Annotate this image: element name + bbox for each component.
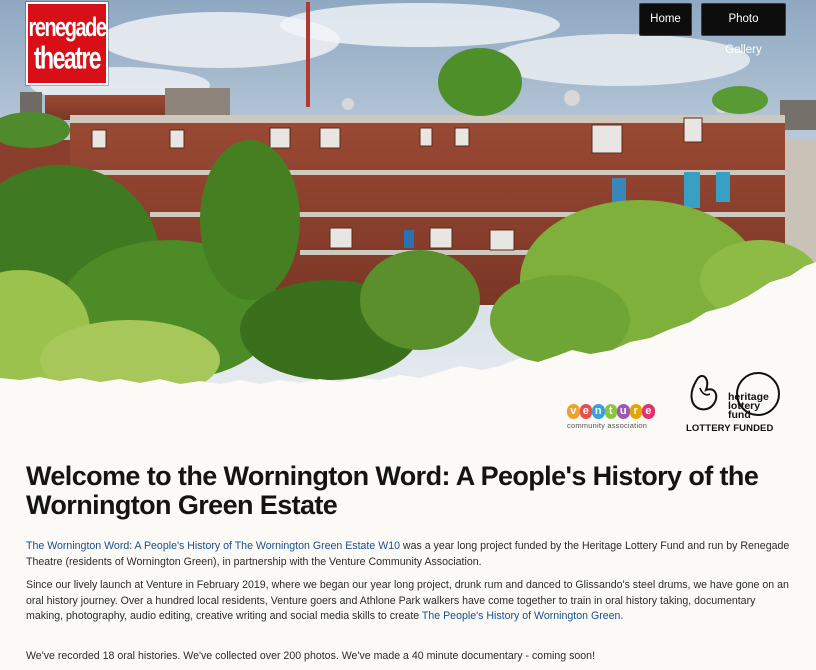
heritage-lottery-fund-logo[interactable]: heritage lottery fund LOTTERY FUNDED xyxy=(686,370,786,434)
venture-logo[interactable]: v e n t u r e community association xyxy=(567,404,667,434)
peoples-history-link[interactable]: The People's History of Wornington Green xyxy=(422,610,621,622)
logo-line-1: renegade xyxy=(28,12,107,43)
achievements-paragraph: We've recorded 18 oral histories. We've … xyxy=(26,650,596,662)
venture-letter: r xyxy=(629,404,642,419)
journey-end: . xyxy=(620,610,624,623)
venture-wordmark: v e n t u r e xyxy=(567,404,667,419)
journey-paragraph: Since our lively launch at Venture in Fe… xyxy=(26,578,791,625)
lottery-funded-label: LOTTERY FUNDED xyxy=(686,423,774,434)
project-title-link[interactable]: The Wornington Word: A People's History … xyxy=(26,540,400,552)
logo-line-2: theatre xyxy=(33,39,102,75)
venture-subtitle: community association xyxy=(567,421,648,430)
venture-letter: e xyxy=(642,404,655,419)
venture-letter: e xyxy=(579,404,592,419)
hero-image xyxy=(0,0,816,392)
nav-home-button[interactable]: Home xyxy=(639,3,692,36)
renegade-theatre-logo[interactable]: renegade theatre xyxy=(26,2,108,85)
venture-letter: t xyxy=(604,404,617,419)
intro-paragraph: The Wornington Word: A People's History … xyxy=(26,539,791,570)
page-title: Welcome to the Wornington Word: A People… xyxy=(26,461,759,520)
venture-letter: v xyxy=(567,404,580,419)
nav-photo-gallery-button[interactable]: Photo Gallery xyxy=(701,3,786,56)
journey-text: Since our lively launch at Venture in Fe… xyxy=(26,579,789,623)
venture-letter: u xyxy=(617,404,630,419)
lottery-name: heritage lottery fund xyxy=(728,391,769,421)
main-nav: Home Photo Gallery xyxy=(639,3,786,56)
venture-letter: n xyxy=(592,404,605,419)
